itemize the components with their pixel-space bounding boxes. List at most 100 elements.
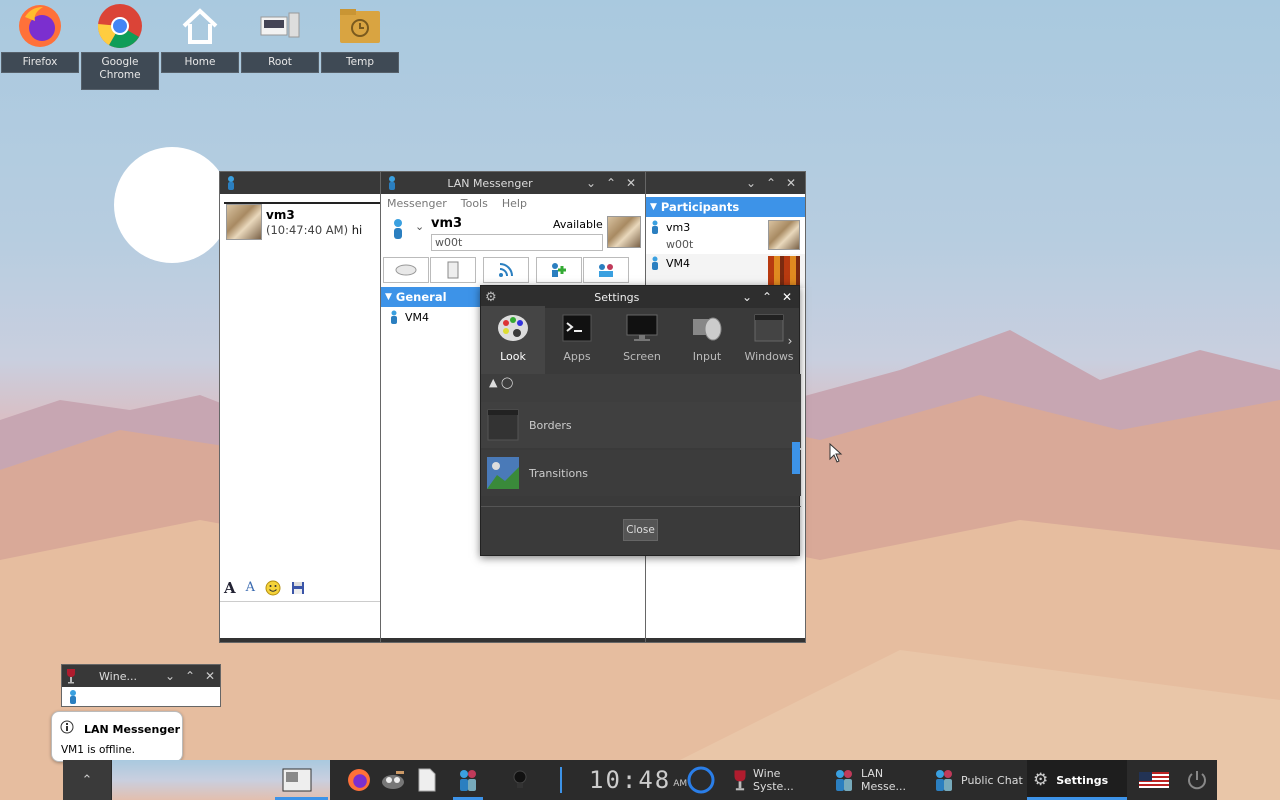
avatar [768, 220, 800, 250]
settings-row-transitions[interactable]: Transitions [481, 450, 801, 496]
desktop-preview[interactable] [112, 760, 330, 800]
settings-row-borders[interactable]: Borders [481, 402, 801, 448]
notification-balloon[interactable]: LAN Messenger VM1 is offline. [51, 711, 183, 762]
broadcast-icon [498, 262, 514, 278]
document-icon [417, 768, 437, 792]
participants-titlebar[interactable]: ⌄ ⌃ ✕ [646, 172, 805, 194]
settings-window: ⚙ Settings ⌄ ⌃ ✕ ‹ › Look Apps Screen In… [480, 285, 801, 556]
keyboard-layout[interactable] [1137, 760, 1171, 800]
chat-message: hi [351, 223, 363, 237]
settings-titlebar[interactable]: ⚙ Settings ⌄ ⌃ ✕ [481, 286, 799, 308]
launcher-circle[interactable] [685, 760, 717, 800]
toolbar-button-chat[interactable] [383, 257, 429, 283]
save-icon[interactable] [291, 581, 305, 595]
smiley-icon[interactable] [265, 580, 281, 596]
messenger-titlebar[interactable]: LAN Messenger ⌄ ⌃ ✕ [381, 172, 645, 194]
toolbar-button-group[interactable] [583, 257, 629, 283]
font-icon[interactable]: A [224, 579, 236, 597]
desktop-icon-label: Home [161, 52, 239, 73]
desktop-icon-label: Temp [321, 52, 399, 73]
task-public-chat[interactable]: Public Chat [929, 760, 1025, 800]
close-button[interactable]: ✕ [200, 669, 220, 683]
chat-titlebar[interactable] [220, 172, 380, 194]
user-status[interactable]: Available [553, 218, 603, 231]
desktop-icon-chrome[interactable]: Google Chrome [81, 0, 159, 90]
participant-name: vm3 [666, 221, 691, 234]
menu-messenger[interactable]: Messenger [387, 197, 447, 210]
minimize-button[interactable]: ⌄ [581, 176, 601, 190]
show-desktop-button[interactable]: ⌃ [63, 760, 111, 800]
toolbar-button-add-contact[interactable] [536, 257, 582, 283]
toolbar-button-broadcast[interactable] [483, 257, 529, 283]
participant-note: w00t [666, 238, 694, 251]
lan-messenger-icon [833, 768, 855, 792]
transitions-icon [487, 457, 519, 489]
contact-status-icon [389, 310, 399, 324]
maximize-button[interactable]: ⌃ [761, 176, 781, 190]
launcher-gimp[interactable] [377, 760, 409, 800]
menu-help[interactable]: Help [502, 197, 527, 210]
desktop-icon-home[interactable]: Home [161, 0, 239, 73]
menu-tools[interactable]: Tools [461, 197, 488, 210]
desktop-icon-label: Firefox [1, 52, 79, 73]
wine-titlebar[interactable]: Wine... ⌄ ⌃ ✕ [62, 665, 220, 687]
firefox-icon [347, 768, 371, 792]
clock-time: 10:48 [589, 766, 672, 794]
close-settings-button[interactable]: Close [623, 519, 658, 541]
group-icon [596, 262, 616, 278]
wine-icon [66, 668, 76, 684]
clock[interactable]: 10:48 AM [589, 760, 687, 800]
row-label: Borders [529, 418, 572, 432]
contact-item[interactable]: VM4 [389, 310, 429, 324]
gear-icon: ⚙ [485, 289, 497, 305]
tray-volume[interactable] [551, 760, 571, 800]
launcher-text-editor[interactable] [411, 760, 443, 800]
tab-look[interactable]: Look [481, 306, 545, 374]
lan-messenger-icon [224, 175, 238, 191]
participant-item[interactable]: vm3 w00t [646, 218, 805, 252]
font-color-icon[interactable]: A [246, 580, 255, 595]
launcher-lan-messenger[interactable] [451, 760, 485, 800]
tab-label: Input [692, 350, 722, 363]
scrollbar[interactable] [792, 442, 800, 474]
note-field[interactable]: w00t [431, 234, 603, 251]
group-label: General [395, 290, 447, 304]
launcher-firefox[interactable] [343, 760, 375, 800]
close-button[interactable]: ✕ [781, 176, 801, 190]
minimize-button[interactable]: ⌄ [737, 290, 757, 304]
tray-lamp[interactable] [507, 760, 533, 800]
maximize-button[interactable]: ⌃ [757, 290, 777, 304]
minimize-button[interactable]: ⌄ [160, 669, 180, 683]
chat-window: vm3 (10:47:40 AM) hi A A [219, 171, 381, 643]
task-settings[interactable]: ⚙ Settings [1027, 760, 1127, 800]
tab-label: Windows [744, 350, 794, 363]
desktop-icon-root[interactable]: Root [241, 0, 319, 73]
desktop-icon-label: Root [241, 52, 319, 73]
lan-messenger-tray-icon[interactable] [66, 689, 80, 705]
task-lan-messenger[interactable]: LAN Messe... [829, 760, 925, 800]
avatar[interactable] [607, 216, 641, 248]
close-button[interactable]: ✕ [621, 176, 641, 190]
maximize-button[interactable]: ⌃ [180, 669, 200, 683]
power-button[interactable] [1181, 760, 1213, 800]
tab-windows[interactable]: Windows [739, 306, 799, 374]
tab-screen[interactable]: Screen [610, 306, 674, 374]
participant-item[interactable]: VM4 [646, 254, 805, 288]
chat-timestamp: (10:47:40 AM) [266, 223, 349, 237]
toolbar-button-file[interactable] [430, 257, 476, 283]
tab-apps[interactable]: Apps [545, 306, 609, 374]
task-label: LAN Messe... [861, 767, 906, 793]
minimize-button[interactable]: ⌄ [741, 176, 761, 190]
desktop-icon-firefox[interactable]: Firefox [1, 0, 79, 73]
user-name: vm3 [431, 216, 463, 231]
desktop-icon-temp[interactable]: Temp [321, 0, 399, 73]
participants-header[interactable]: ▼ Participants [646, 197, 805, 217]
row-label: Transitions [529, 466, 588, 480]
chevron-down-icon[interactable]: ⌄ [415, 220, 424, 233]
maximize-button[interactable]: ⌃ [601, 176, 621, 190]
participants-header-label: Participants [660, 200, 740, 214]
close-button[interactable]: ✕ [777, 290, 797, 304]
tab-input[interactable]: Input [675, 306, 739, 374]
task-wine-system[interactable]: Wine Syste... [727, 760, 823, 800]
user-status-icon[interactable] [391, 218, 405, 240]
